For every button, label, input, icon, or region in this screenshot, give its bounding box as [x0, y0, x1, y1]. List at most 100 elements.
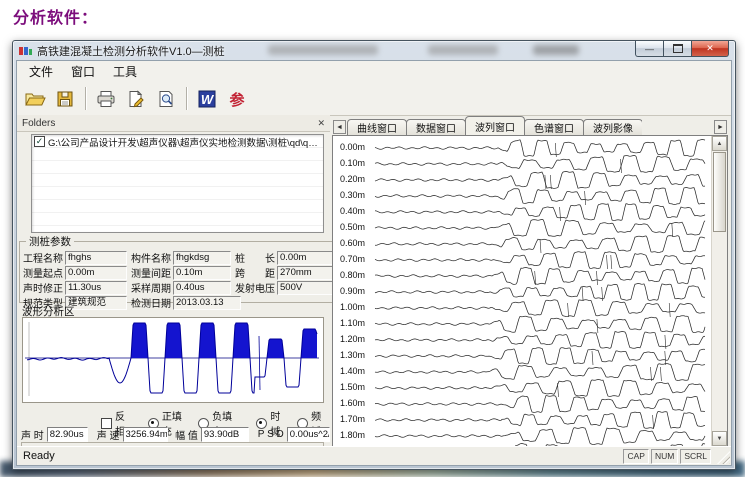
- scroll-up-button[interactable]: ▲: [712, 136, 727, 151]
- panel-close-icon[interactable]: ✕: [317, 118, 325, 129]
- save-button[interactable]: [51, 85, 79, 112]
- depth-label: 1.80m: [340, 430, 365, 440]
- param-value-field: 2013.03.13: [173, 296, 241, 310]
- psd-label: P S D: [258, 429, 284, 440]
- minimize-icon: —: [645, 44, 654, 54]
- depth-label: 0.20m: [340, 174, 365, 184]
- param-cell: 采样周期0.40us: [131, 280, 231, 295]
- depth-label: 0.10m: [340, 158, 365, 168]
- tab-strip: ◄ 曲线窗口数据窗口波列窗口色谱窗口波列影像 ►: [332, 115, 728, 135]
- scrollbar-thumb[interactable]: [713, 152, 726, 232]
- depth-label: 1.30m: [340, 350, 365, 360]
- export-button[interactable]: [122, 85, 150, 112]
- folders-listbox[interactable]: ✓G:\公司产品设计开发\超声仪器\超声仪实地检测数据\测桩\qd\qd03\q…: [31, 134, 324, 233]
- param-label: 测量起点: [23, 265, 63, 280]
- tab-spectrum[interactable]: 色谱窗口: [524, 119, 584, 135]
- param-value-field: fhgkdsg: [173, 251, 231, 265]
- param-value-field: 0.00m: [277, 251, 338, 265]
- depth-label: 1.40m: [340, 366, 365, 376]
- app-window: 高铁建混凝土检测分析软件V1.0—测桩 — ✕ 文件窗口工具 W参 Folder…: [12, 40, 736, 470]
- tab-wavetrain[interactable]: 波列窗口: [465, 116, 525, 135]
- depth-label: 0.00m: [340, 142, 365, 152]
- tab-scroll-right-button[interactable]: ►: [714, 120, 727, 134]
- word-export-button[interactable]: W: [193, 85, 221, 112]
- tab-scroll-left-button[interactable]: ◄: [333, 120, 346, 134]
- open-button[interactable]: [21, 85, 49, 112]
- param-label: 工程名称: [23, 250, 63, 265]
- param-label: 采样周期: [131, 280, 171, 295]
- tab-curve[interactable]: 曲线窗口: [347, 119, 407, 135]
- param-cell: 桩 长0.00m: [235, 250, 338, 265]
- print-icon: [95, 89, 117, 109]
- vertical-scrollbar[interactable]: ▲ ▼: [711, 136, 727, 446]
- depth-label: 1.50m: [340, 382, 365, 392]
- param-value-field: 270mm: [277, 266, 338, 280]
- depth-label: 0.40m: [340, 206, 365, 216]
- psd-field: 0.00us^2/m: [287, 427, 330, 442]
- sound-speed-field: 3256.94m/s: [123, 427, 169, 442]
- close-button[interactable]: ✕: [691, 41, 729, 57]
- menubar: 文件窗口工具: [17, 61, 731, 83]
- param-value-field: fhghs: [65, 251, 127, 265]
- param-label: 测量间距: [131, 265, 171, 280]
- param-value-field: 500V: [277, 281, 338, 295]
- amplitude-label: 幅 值: [175, 427, 198, 442]
- open-folder-icon: [24, 89, 46, 109]
- toolbar-separator: [186, 87, 187, 110]
- param-cell: 跨 距270mm: [235, 265, 338, 280]
- screenshot-stage: 分析软件： 高铁建混凝土检测分析软件V1.0—测桩 — ✕ 文件窗口工具 W参: [0, 0, 745, 477]
- depth-label: 1.10m: [340, 318, 365, 328]
- window-title: 高铁建混凝土检测分析软件V1.0—测桩: [37, 43, 225, 59]
- param-value-field: 0.10m: [173, 266, 231, 280]
- status-indicator: CAP: [623, 449, 648, 464]
- glass-reflection: [533, 45, 579, 55]
- readouts-row: 声 时 82.90us 声 速 3256.94m/s 幅 值 93.90dB P…: [21, 427, 330, 442]
- waveform-analysis-box: [22, 317, 324, 403]
- folder-list-item[interactable]: ✓G:\公司产品设计开发\超声仪器\超声仪实地检测数据\测桩\qd\qd03\q…: [32, 135, 323, 148]
- wavetrain-traces-svg: [333, 136, 712, 446]
- param-value-field: 0.00m: [65, 266, 127, 280]
- depth-label: 0.60m: [340, 238, 365, 248]
- folders-panel-header[interactable]: Folders ✕: [17, 115, 330, 132]
- menu-item-tools[interactable]: 工具: [104, 61, 146, 82]
- param-cell: 测量起点0.00m: [23, 265, 127, 280]
- export-icon: [126, 89, 146, 109]
- scroll-down-button[interactable]: ▼: [712, 431, 727, 446]
- depth-label: 1.70m: [340, 414, 365, 424]
- left-arrow-icon: ◄: [336, 124, 343, 131]
- param-value-field: 11.30us: [65, 281, 127, 295]
- param-cell: 构件名称fhgkdsg: [131, 250, 231, 265]
- sound-speed-label: 声 速: [97, 427, 120, 442]
- glass-reflection: [428, 45, 498, 55]
- pile-params-groupbox: 测桩参数 工程名称fhghs构件名称fhgkdsg桩 长0.00m测量起点0.0…: [19, 234, 346, 303]
- right-panel: ◄ 曲线窗口数据窗口波列窗口色谱窗口波列影像 ► ▲ ▼ 0.00m 0.10m 0…: [332, 115, 728, 447]
- params-row: 测量起点0.00m 测量间距0.10m 跨 距270mm: [23, 265, 342, 280]
- checked-checkbox-icon[interactable]: ✓: [34, 136, 45, 147]
- tab-wave-image[interactable]: 波列影像: [583, 119, 642, 135]
- param-label: 检测日期: [131, 295, 171, 310]
- params-glyph: 参: [229, 91, 245, 109]
- print-preview-button[interactable]: [152, 85, 180, 112]
- print-button[interactable]: [92, 85, 120, 112]
- menu-item-window[interactable]: 窗口: [62, 61, 104, 82]
- status-indicator: SCRL: [680, 449, 711, 464]
- param-cell: 声时修正11.30us: [23, 280, 127, 295]
- parameters-button[interactable]: 参: [223, 85, 251, 112]
- wavetrain-view[interactable]: ▲ ▼ 0.00m0.10m0.20m0.30m0.40m0.50m0.60m0…: [332, 135, 728, 447]
- menu-item-file[interactable]: 文件: [20, 61, 62, 82]
- param-label: 构件名称: [131, 250, 171, 265]
- sound-time-field: 82.90us: [47, 427, 88, 442]
- resize-grip[interactable]: [717, 451, 730, 464]
- maximize-button[interactable]: [663, 41, 692, 57]
- titlebar[interactable]: 高铁建混凝土检测分析软件V1.0—测桩 — ✕: [13, 41, 735, 60]
- scrollbar-track[interactable]: [712, 233, 727, 431]
- param-cell: 检测日期2013.03.13: [131, 295, 241, 310]
- depth-label: 0.70m: [340, 254, 365, 264]
- close-icon: ✕: [706, 43, 714, 54]
- pile-params-grid: 工程名称fhghs构件名称fhgkdsg桩 长0.00m测量起点0.00m测量间…: [23, 250, 342, 310]
- maximize-icon: [673, 44, 683, 53]
- params-row: 工程名称fhghs 构件名称fhgkdsg 桩 长0.00m: [23, 250, 342, 265]
- sound-time-label: 声 时: [21, 427, 44, 442]
- minimize-button[interactable]: —: [635, 41, 664, 57]
- tab-data[interactable]: 数据窗口: [406, 119, 466, 135]
